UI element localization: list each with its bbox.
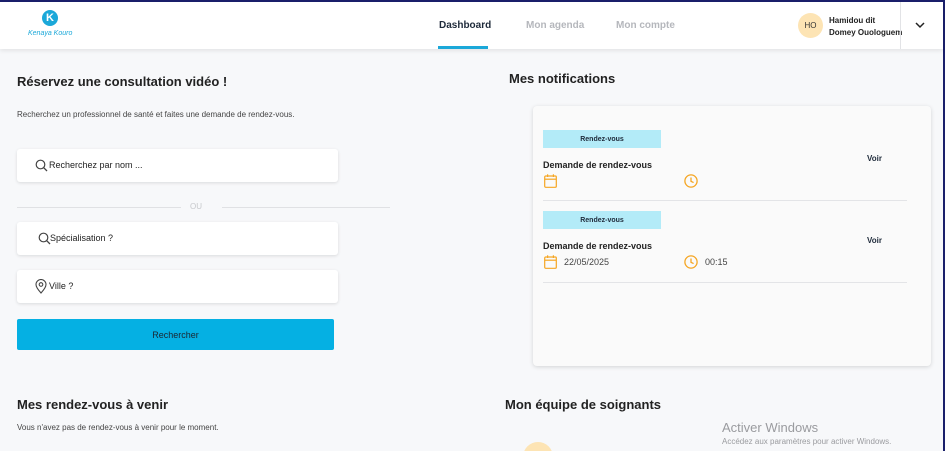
search-button[interactable]: Rechercher (17, 319, 334, 350)
clock-icon (684, 255, 698, 269)
separator-line-left (17, 207, 181, 208)
speciality-input[interactable]: Spécialisation ? (17, 222, 338, 255)
city-input[interactable]: Ville ? (17, 270, 338, 303)
separator-line-right (222, 207, 390, 208)
calendar-icon (544, 255, 557, 269)
clock-icon (684, 174, 698, 188)
notification-title: Demande de rendez-vous (543, 241, 653, 251)
search-name-input[interactable]: Recherchez par nom ... (17, 149, 338, 182)
notification-title: Demande de rendez-vous (543, 160, 653, 170)
top-header: K Kenaya Kouro Dashboard Mon agenda Mon … (0, 2, 943, 49)
location-pin-icon (35, 279, 47, 294)
tab-mon-agenda[interactable]: Mon agenda (526, 20, 584, 31)
search-name-placeholder: Recherchez par nom ... (49, 160, 143, 170)
chevron-down-icon[interactable] (914, 19, 926, 31)
tab-dashboard[interactable]: Dashboard (439, 20, 491, 31)
notification-view-link[interactable]: Voir (867, 154, 882, 163)
user-name[interactable]: Hamidou dit Domey Ouologuem (829, 15, 903, 39)
header-divider (900, 2, 901, 49)
booking-subtitle: Recherchez un professionnel de santé et … (17, 110, 295, 119)
logo[interactable]: K Kenaya Kouro (28, 10, 76, 42)
notification-time: 00:15 (705, 257, 728, 267)
team-title: Mon équipe de soignants (505, 397, 662, 412)
upcoming-title: Mes rendez-vous à venir (17, 397, 168, 412)
avatar[interactable]: HO (798, 13, 823, 38)
logo-text: Kenaya Kouro (28, 30, 73, 37)
logo-mark: K (42, 10, 58, 26)
city-placeholder: Ville ? (49, 281, 74, 291)
active-tab-indicator (438, 46, 488, 49)
notification-badge: Rendez-vous (543, 130, 661, 148)
notification-separator (543, 200, 907, 201)
speciality-placeholder: Spécialisation ? (50, 233, 114, 243)
separator-text: OU (190, 202, 202, 211)
notification-badge: Rendez-vous (543, 211, 661, 229)
windows-watermark-title: Activer Windows (722, 420, 819, 435)
calendar-icon (544, 174, 557, 188)
booking-title: Réservez une consultation vidéo ! (17, 74, 228, 89)
team-member-avatar[interactable] (523, 442, 553, 451)
search-icon (35, 159, 48, 172)
notification-separator (543, 282, 907, 283)
tab-mon-compte[interactable]: Mon compte (616, 20, 675, 31)
notifications-title: Mes notifications (509, 71, 616, 86)
notification-view-link[interactable]: Voir (867, 236, 882, 245)
notification-date: 22/05/2025 (564, 257, 610, 267)
upcoming-empty-text: Vous n'avez pas de rendez-vous à venir p… (17, 423, 219, 432)
windows-watermark-subtitle: Accédez aux paramètres pour activer Wind… (722, 437, 892, 446)
